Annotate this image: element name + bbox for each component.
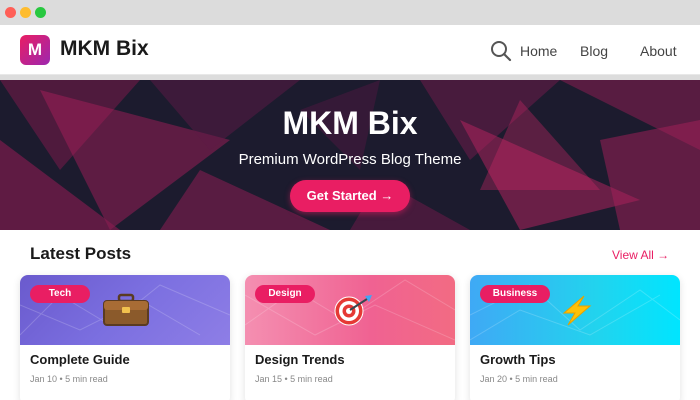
category-badge[interactable]: Design [255,285,315,303]
post-meta: Jan 10 • 5 min read [30,374,108,384]
hero-banner: MKM Bix Premium WordPress Blog Theme Get… [0,80,700,230]
site-header: M MKM Bix Home Blog About [0,25,700,75]
post-meta: Jan 20 • 5 min read [480,374,558,384]
nav-home-link[interactable]: Home [520,43,557,59]
nav-about-link[interactable]: About [640,43,677,59]
post-card[interactable]: Business Growth Tips Jan 20 • 5 min read [470,275,680,400]
briefcase-icon [103,293,149,326]
lightning-icon [562,295,592,326]
post-title[interactable]: Complete Guide [30,352,130,368]
view-all-link[interactable]: View All → [612,248,669,262]
get-started-button[interactable]: Get Started → [290,180,410,212]
window-titlebar [0,0,700,25]
post-meta: Jan 15 • 5 min read [255,374,333,384]
post-title[interactable]: Growth Tips [480,352,556,368]
nav-blog-link[interactable]: Blog [580,43,608,59]
hero-title: MKM Bix [282,105,418,141]
site-logo[interactable]: M [20,35,50,65]
post-card-image: Tech [20,275,230,345]
post-card[interactable]: Design Design Trends Jan 15 • 5 min read [245,275,455,400]
category-badge[interactable]: Tech [30,285,90,303]
search-icon[interactable] [490,40,512,62]
latest-posts-section: Latest Posts View All → Tech Complete Gu… [0,230,700,400]
post-card[interactable]: Tech Complete Guide Jan 10 • 5 min read [20,275,230,400]
minimize-window-button[interactable] [20,7,31,18]
close-window-button[interactable] [5,7,16,18]
target-icon [334,295,372,326]
post-card-image: Design [245,275,455,345]
post-title[interactable]: Design Trends [255,352,345,368]
maximize-window-button[interactable] [35,7,46,18]
hero-subtitle: Premium WordPress Blog Theme [238,151,462,168]
post-card-image: Business [470,275,680,345]
section-title: Latest Posts [30,244,132,263]
category-badge[interactable]: Business [480,285,550,303]
site-brand-name[interactable]: MKM Bix [60,36,149,62]
